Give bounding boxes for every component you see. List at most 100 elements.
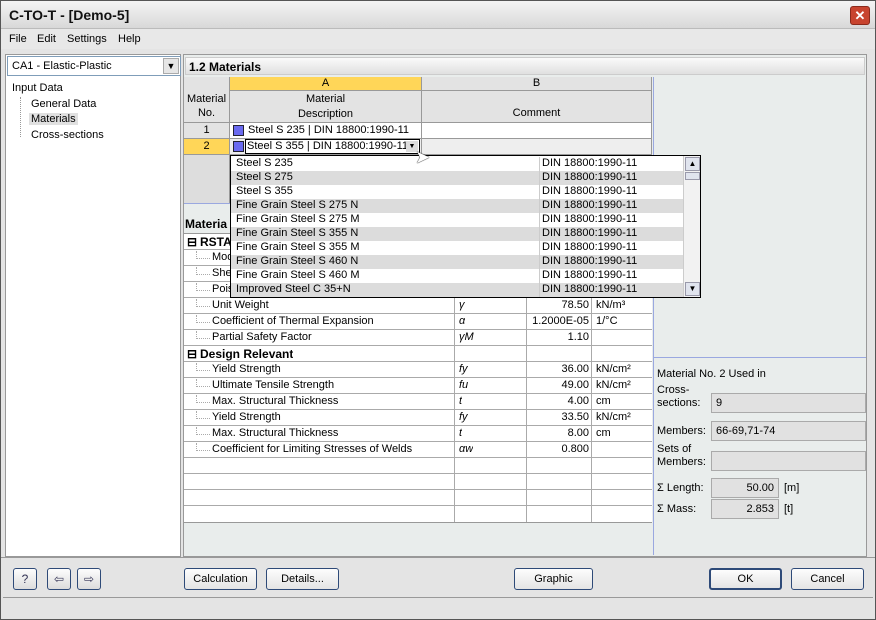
row-number-selected[interactable]: 2 (184, 139, 230, 155)
property-row[interactable]: Coefficient for Limiting Stresses of Wel… (184, 442, 652, 458)
column-b-header[interactable]: B (422, 77, 652, 91)
graphic-button[interactable]: Graphic (514, 568, 593, 590)
material-dropdown-list[interactable]: Steel S 235 DIN 18800:1990-11 Steel S 275 D… (230, 155, 701, 298)
tree-item-general-data[interactable]: General Data (31, 98, 96, 110)
comment-cell[interactable] (422, 139, 652, 155)
members-label: Members: (657, 425, 706, 437)
property-unit: 1/°C (596, 315, 618, 327)
property-row[interactable]: Coefficient of Thermal Expansion α 1.200… (184, 314, 652, 330)
tree-line (196, 411, 210, 419)
properties-title: Materia (185, 217, 228, 231)
comment-cell[interactable] (422, 123, 652, 139)
main-window: C-TO-T - [Demo-5] ✕ File Edit Settings H… (0, 0, 876, 620)
option-norm: DIN 18800:1990-11 (539, 241, 683, 255)
ok-button[interactable]: OK (709, 568, 782, 590)
status-bar (3, 597, 873, 617)
property-value[interactable]: 49.00 (527, 379, 589, 394)
property-row[interactable]: Yield Strength fy 33.50 kN/cm² (184, 410, 652, 426)
option-name: Steel S 275 (236, 171, 293, 183)
menu-file[interactable]: File (9, 33, 27, 45)
previous-icon[interactable]: ⇦ (47, 568, 71, 590)
property-value[interactable]: 1.10 (527, 331, 589, 346)
dropdown-option[interactable]: Fine Grain Steel S 460 M DIN 18800:1990-1… (231, 269, 683, 283)
property-label: Unit Weight (212, 299, 269, 311)
property-unit: kN/m³ (596, 299, 626, 311)
help-icon[interactable]: ? (13, 568, 37, 590)
length-field: 50.00 (711, 478, 779, 498)
dropdown-option[interactable]: Steel S 355 DIN 18800:1990-11 (231, 185, 683, 199)
calculation-button[interactable]: Calculation (184, 568, 257, 590)
option-name: Fine Grain Steel S 275 M (236, 213, 360, 225)
menu-help[interactable]: Help (118, 33, 141, 45)
property-value[interactable]: 33.50 (527, 411, 589, 426)
property-value[interactable]: 0.800 (527, 443, 589, 458)
option-norm: DIN 18800:1990-11 (539, 199, 683, 213)
scroll-down-icon[interactable]: ▼ (685, 282, 700, 296)
cross-sections-label: Cross-sections: (657, 384, 700, 410)
property-row[interactable]: Partial Safety Factor γM 1.10 (184, 330, 652, 346)
property-row[interactable]: Unit Weight γ 78.50 kN/m³ (184, 298, 652, 314)
property-row[interactable]: Yield Strength fy 36.00 kN/cm² (184, 362, 652, 378)
property-value[interactable]: 4.00 (527, 395, 589, 410)
panel-divider (653, 77, 654, 555)
property-value[interactable]: 78.50 (527, 299, 589, 314)
property-row[interactable]: Max. Structural Thickness t 8.00 cm (184, 426, 652, 442)
tree-line (196, 299, 210, 307)
cancel-button[interactable]: Cancel (791, 568, 864, 590)
dropdown-scrollbar[interactable]: ▲ ▼ (683, 156, 700, 297)
tree-item-materials[interactable]: Materials (29, 113, 78, 125)
dropdown-option[interactable]: Fine Grain Steel S 355 M DIN 18800:1990-1… (231, 241, 683, 255)
scroll-thumb[interactable] (685, 172, 700, 180)
property-symbol: t (459, 395, 463, 407)
material-select-value: Steel S 355 | DIN 18800:1990-11 (247, 140, 409, 152)
details-button[interactable]: Details... (266, 568, 339, 590)
material-description-cell[interactable]: Steel S 235 | DIN 18800:1990-11 (230, 123, 422, 139)
tree-line (196, 315, 210, 323)
mass-label: Σ Mass: (657, 503, 697, 515)
tree-input-data[interactable]: Input Data (12, 82, 63, 94)
dropdown-option[interactable]: Fine Grain Steel S 460 N DIN 18800:1990-1… (231, 255, 683, 269)
dropdown-option[interactable]: Fine Grain Steel S 275 M DIN 18800:1990-1… (231, 213, 683, 227)
menu-edit[interactable]: Edit (37, 33, 56, 45)
load-case-combo[interactable]: CA1 - Elastic-Plastic ▼ (7, 56, 181, 76)
header-no-line2: No. (197, 107, 216, 119)
dropdown-option[interactable]: Improved Steel C 35+N DIN 18800:1990-11 (231, 283, 683, 297)
property-value[interactable]: 1.2000E-05 (527, 315, 589, 330)
property-value[interactable]: 8.00 (527, 427, 589, 442)
dropdown-option[interactable]: Fine Grain Steel S 355 N DIN 18800:1990-1… (231, 227, 683, 241)
dropdown-option[interactable]: Fine Grain Steel S 275 N DIN 18800:1990-1… (231, 199, 683, 213)
row-number[interactable]: 1 (184, 123, 230, 139)
material-description: Steel S 235 | DIN 18800:1990-11 (248, 124, 410, 136)
option-norm: DIN 18800:1990-11 (539, 227, 683, 241)
tree-line (196, 443, 210, 451)
property-value[interactable]: 36.00 (527, 363, 589, 378)
collapse-icon[interactable]: ⊟ (187, 235, 197, 250)
label-line: sections: (657, 397, 701, 409)
option-norm: DIN 18800:1990-11 (539, 157, 683, 171)
property-row[interactable]: Ultimate Tensile Strength fu 49.00 kN/cm… (184, 378, 652, 394)
dropdown-option[interactable]: Steel S 275 DIN 18800:1990-11 (231, 171, 683, 185)
label-line: Members: (657, 456, 706, 468)
chevron-down-icon[interactable]: ▼ (163, 58, 179, 74)
scroll-up-icon[interactable]: ▲ (685, 157, 700, 171)
tree-line (196, 267, 210, 275)
next-icon[interactable]: ⇨ (77, 568, 101, 590)
tree-line (196, 363, 210, 371)
property-label: Max. Structural Thickness (212, 395, 339, 407)
option-norm: DIN 18800:1990-11 (539, 269, 683, 283)
group-row[interactable]: ⊟ Design Relevant (184, 346, 652, 362)
combo-value: CA1 - Elastic-Plastic (12, 60, 112, 72)
tree-item-cross-sections[interactable]: Cross-sections (31, 129, 104, 141)
property-row[interactable]: Max. Structural Thickness t 4.00 cm (184, 394, 652, 410)
option-name: Fine Grain Steel S 355 N (236, 227, 359, 239)
collapse-icon[interactable]: ⊟ (187, 347, 197, 362)
menu-settings[interactable]: Settings (67, 33, 107, 45)
material-description-cell-editing[interactable]: Steel S 355 | DIN 18800:1990-11 ▼ (230, 139, 422, 155)
property-label: Ultimate Tensile Strength (212, 379, 335, 391)
column-a-header[interactable]: A (230, 77, 422, 91)
material-select[interactable]: Steel S 355 | DIN 18800:1990-11 ▼ (245, 139, 420, 154)
close-icon[interactable]: ✕ (850, 6, 870, 25)
property-unit: kN/cm² (596, 411, 631, 423)
empty-row (184, 474, 652, 490)
dropdown-option[interactable]: Steel S 235 DIN 18800:1990-11 (231, 157, 683, 171)
